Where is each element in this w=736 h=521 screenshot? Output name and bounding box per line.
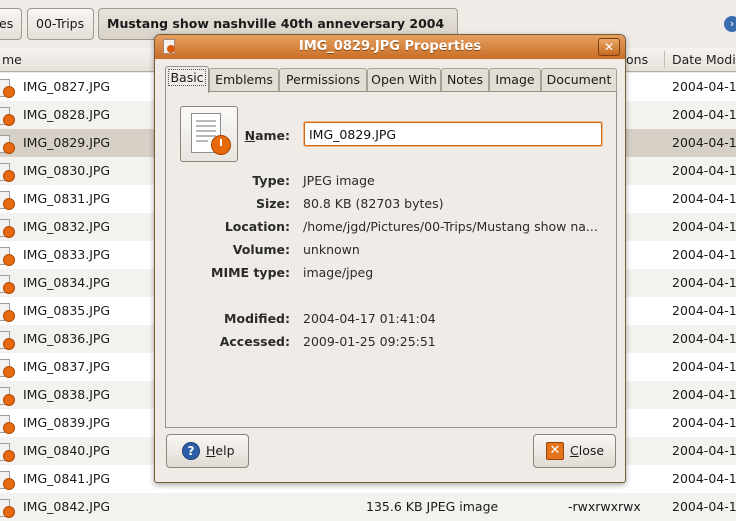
file-name: IMG_0838.JPG <box>23 387 111 402</box>
tab-emblems[interactable]: Emblems <box>209 68 279 92</box>
file-name: IMG_0835.JPG <box>23 303 111 318</box>
file-date: 2004-04-1 <box>672 471 736 486</box>
modified-label: Modified: <box>224 311 290 326</box>
volume-value: unknown <box>303 242 360 257</box>
tab-basic[interactable]: Basic <box>165 66 209 93</box>
file-name: IMG_0834.JPG <box>23 275 111 290</box>
file-size: 135.6 KB JPEG image <box>366 499 499 514</box>
image-file-icon <box>0 219 15 238</box>
file-date: 2004-04-1 <box>672 359 736 374</box>
file-name: IMG_0841.JPG <box>23 471 111 486</box>
file-date: 2004-04-1 <box>672 499 736 514</box>
name-label: Name: <box>244 128 290 143</box>
file-date: 2004-04-1 <box>672 79 736 94</box>
file-name: IMG_0832.JPG <box>23 219 111 234</box>
image-file-icon <box>0 191 15 210</box>
file-date: 2004-04-1 <box>672 191 736 206</box>
window-close-button[interactable]: ✕ <box>598 38 620 56</box>
dialog-titlebar[interactable]: IMG_0829.JPG Properties ✕ <box>155 35 625 59</box>
tab-open-with[interactable]: Open With <box>367 68 441 92</box>
mime-type-label: MIME type: <box>211 265 290 280</box>
modified-value: 2004-04-17 01:41:04 <box>303 311 436 326</box>
size-label: Size: <box>255 196 290 211</box>
file-date: 2004-04-1 <box>672 219 736 234</box>
next-crumb-icon[interactable]: › <box>724 16 736 32</box>
file-name: IMG_0833.JPG <box>23 247 111 262</box>
image-file-icon <box>0 163 15 182</box>
file-date: 2004-04-1 <box>672 107 736 122</box>
file-date: 2004-04-1 <box>672 163 736 178</box>
image-file-icon <box>0 247 15 266</box>
crumb-00-trips[interactable]: 00-Trips <box>27 8 94 40</box>
close-button[interactable]: ✕ Close <box>533 434 616 468</box>
close-icon: ✕ <box>546 442 564 460</box>
file-name: IMG_0831.JPG <box>23 191 111 206</box>
crumb-previous[interactable]: es <box>0 8 22 40</box>
name-input[interactable] <box>304 122 602 146</box>
file-name: IMG_0829.JPG <box>23 135 111 150</box>
properties-dialog: IMG_0829.JPG Properties ✕ Basic Emblems … <box>154 34 626 483</box>
type-label: Type: <box>252 173 290 188</box>
image-file-icon <box>0 331 15 350</box>
image-file-icon <box>0 471 15 490</box>
file-date: 2004-04-1 <box>672 135 736 150</box>
volume-label: Volume: <box>232 242 290 257</box>
image-file-icon <box>0 303 15 322</box>
file-name: IMG_0837.JPG <box>23 359 111 374</box>
image-file-icon <box>0 135 15 154</box>
column-name[interactable]: me <box>2 52 22 67</box>
file-date: 2004-04-1 <box>672 303 736 318</box>
file-row[interactable]: IMG_0842.JPG 135.6 KB JPEG image -rwxrwxrw… <box>0 493 736 521</box>
file-permissions: -rwxrwxrwx <box>568 499 641 514</box>
column-permissions[interactable]: ons <box>626 52 648 67</box>
size-value: 80.8 KB (82703 bytes) <box>303 196 444 211</box>
tab-permissions[interactable]: Permissions <box>279 68 367 92</box>
help-button[interactable]: ? Help <box>166 434 249 468</box>
file-name: IMG_0830.JPG <box>23 163 111 178</box>
location-value: /home/jgd/Pictures/00-Trips/Mustang show… <box>303 219 598 234</box>
image-file-icon <box>0 387 15 406</box>
file-name: IMG_0840.JPG <box>23 443 111 458</box>
tab-notes[interactable]: Notes <box>441 68 489 92</box>
image-file-icon <box>0 443 15 462</box>
image-file-icon <box>0 415 15 434</box>
mime-type-value: image/jpeg <box>303 265 374 280</box>
dialog-title: IMG_0829.JPG Properties <box>298 39 482 54</box>
file-name: IMG_0828.JPG <box>23 107 111 122</box>
basic-panel: Name: Type: JPEG image Size: 80.8 KB (82… <box>165 91 617 428</box>
file-name: IMG_0836.JPG <box>23 331 111 346</box>
accessed-value: 2009-01-25 09:25:51 <box>303 334 436 349</box>
tab-image[interactable]: Image <box>489 68 541 92</box>
type-value: JPEG image <box>303 173 375 188</box>
file-name: IMG_0839.JPG <box>23 415 111 430</box>
help-icon: ? <box>182 442 200 460</box>
image-file-icon <box>0 107 15 126</box>
file-name: IMG_0842.JPG <box>23 499 111 514</box>
file-date: 2004-04-1 <box>672 247 736 262</box>
file-date: 2004-04-1 <box>672 415 736 430</box>
file-name: IMG_0827.JPG <box>23 79 111 94</box>
accessed-label: Accessed: <box>219 334 290 349</box>
location-label: Location: <box>224 219 290 234</box>
tab-document[interactable]: Document <box>541 68 617 92</box>
file-date: 2004-04-1 <box>672 331 736 346</box>
image-file-icon <box>0 79 15 98</box>
image-file-icon <box>0 275 15 294</box>
image-file-icon <box>0 359 15 378</box>
file-date: 2004-04-1 <box>672 443 736 458</box>
column-date-modified[interactable]: Date Modi <box>672 52 736 67</box>
image-file-icon <box>0 499 15 518</box>
file-date: 2004-04-1 <box>672 275 736 290</box>
file-date: 2004-04-1 <box>672 387 736 402</box>
